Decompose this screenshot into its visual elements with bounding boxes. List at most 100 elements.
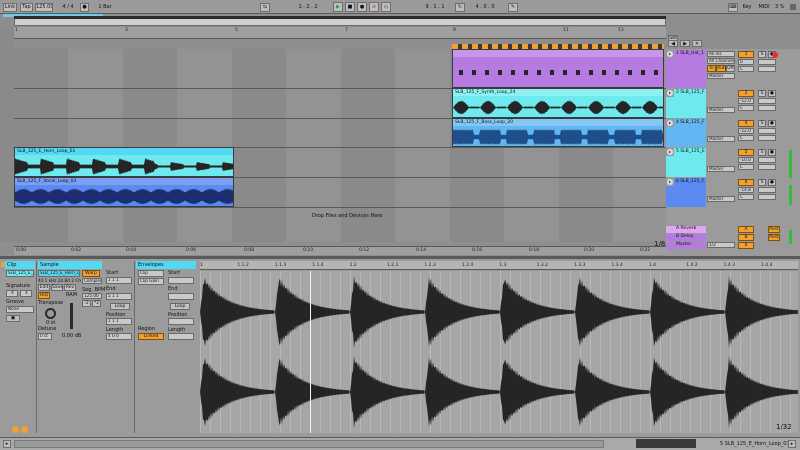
return-title-reverb[interactable]: A Reverb [674,225,706,233]
output-menu[interactable]: Master [707,73,735,79]
send-a-field[interactable] [758,128,776,134]
record-arm-indicator[interactable] [772,52,778,58]
reverse-button[interactable]: Rev [64,284,76,291]
signature-denominator[interactable]: 4 [20,290,32,297]
track-fold-icon[interactable]: ▸ [667,149,673,155]
volume-field[interactable]: -12.0 [738,128,754,134]
track-fold-icon[interactable]: ▸ [667,120,673,126]
clip-section-header[interactable]: Clip [5,261,35,269]
volume-field[interactable]: -14.8 [738,187,754,193]
solo-button[interactable]: S [758,179,766,186]
envelope-start-field[interactable] [168,277,194,284]
ram-label[interactable]: RAM [66,292,77,298]
clip-vocal[interactable]: SLB_125_F_Vocal_Loop_03 [14,177,234,207]
send-a-field[interactable] [758,187,776,193]
tempo-field[interactable]: 125.00 [35,3,53,12]
send-b-field[interactable] [758,164,776,170]
warp-button[interactable]: Warp [82,270,100,277]
start-field[interactable]: 1 1 1 [106,277,132,284]
arm-button[interactable]: ● [768,120,776,127]
edit-button[interactable]: Edit [38,284,50,291]
track-title-bass[interactable]: 4 SLB_125_F [674,119,706,127]
midi-map-button[interactable]: MIDI [756,3,772,12]
time-ruler[interactable] [14,246,666,255]
output-menu[interactable]: Master [707,196,735,202]
output-menu[interactable]: Master [707,136,735,142]
overdub-button[interactable]: ⊕ [369,2,379,12]
return-title-delay[interactable]: B Delay [674,233,706,241]
input-channel-menu[interactable]: All Channels [707,58,735,64]
volume-field[interactable]: -12.0 [738,98,754,104]
signature-numerator[interactable]: 4 [6,290,18,297]
send-b-field[interactable] [758,66,776,72]
save-button[interactable]: Save [51,284,63,291]
play-button[interactable]: ▶ [333,2,343,12]
key-map-button[interactable]: Key [740,3,754,12]
automation-arm-button[interactable]: ◇ [381,2,391,12]
fold-button[interactable]: ✕ [692,40,702,47]
send-a-field[interactable] [758,98,776,104]
sample-section-header[interactable]: Sample [38,261,102,269]
arm-button[interactable]: ● [768,90,776,97]
arrangement-position-field[interactable]: 1 . 2 . 2 [290,3,326,12]
loop-start-field[interactable]: 9 . 1 . 1 [420,3,450,12]
pan-field[interactable]: C [738,66,754,72]
commit-groove-button[interactable]: ▣ [6,315,20,322]
track-activator[interactable]: 6 [738,179,754,186]
clip-envelope-icon[interactable] [21,426,28,433]
region-linked-button[interactable]: Linked [138,333,164,340]
track-title-hat[interactable]: 1 SLB_Hat_1 [674,50,706,58]
send-b-field[interactable] [758,135,776,141]
clip-horn[interactable]: SLB_125_E_Horn_Loop_01 [14,147,234,177]
pan-field[interactable]: C [738,105,754,111]
output-menu[interactable]: Master [707,166,735,172]
master-number[interactable]: 0 [738,242,754,249]
return-a-post-button[interactable]: Post [768,226,780,233]
volume-field[interactable]: 0 [738,59,754,65]
track-title-vocal[interactable]: 6 SLB_125_F [674,178,706,186]
solo-button[interactable]: S [758,51,766,58]
input-type-menu[interactable]: All Ins [707,51,735,57]
envelope-length-field[interactable] [168,333,194,340]
punch-out-button[interactable]: ▶ [680,40,690,47]
track-activator[interactable]: 5 [738,149,754,156]
master-output-menu[interactable]: 1/2 [707,242,735,248]
solo-button[interactable]: S [758,90,766,97]
pan-field[interactable]: C [738,194,754,200]
sample-name-field[interactable]: SLB_125_E_Horn_L [38,270,80,277]
send-a-field[interactable] [758,157,776,163]
end-field[interactable]: 5 1 1 [106,293,132,300]
output-menu[interactable]: Master [707,107,735,113]
send-b-field[interactable] [758,105,776,111]
clip-activator[interactable] [1,262,5,267]
arm-button[interactable]: ● [768,149,776,156]
punch-in-button[interactable]: ◀ [668,40,678,47]
metronome-button[interactable]: ● [80,3,89,12]
length-field[interactable]: 4 0 0 [106,333,132,340]
clip-launch-icon[interactable] [12,426,19,433]
clip-hat[interactable] [452,49,664,88]
stop-button[interactable]: ■ [345,2,355,12]
seg-bpm-field[interactable]: 125.00 [82,293,102,299]
quantize-menu[interactable]: 1 Bar [93,3,117,12]
overview-visible-region[interactable] [14,16,666,19]
master-title[interactable]: Master [674,241,706,249]
groove-menu[interactable]: None [6,306,34,313]
tap-button[interactable]: Tap [20,3,33,12]
loop-switch[interactable]: ↻ [455,3,465,12]
arm-button[interactable]: ● [768,179,776,186]
loop-length-field[interactable]: 4 . 0 . 0 [470,3,500,12]
envelopes-section-header[interactable]: Envelopes [136,261,196,269]
clip-synth[interactable]: SLB_125_F_Synth_Loop_24 [452,88,664,118]
send-b-field[interactable] [758,194,776,200]
loop-button[interactable]: Loop [110,303,130,310]
time-signature-field[interactable]: 4 / 4 [60,3,76,12]
track-title-horn[interactable]: 5 SLB_125_E [674,148,706,156]
detune-field[interactable]: 0 ct [38,333,52,340]
record-button[interactable]: ● [357,2,367,12]
sample-editor[interactable] [200,271,798,433]
pan-field[interactable]: C [738,135,754,141]
monitor-auto-button[interactable]: Auto [716,65,727,72]
monitor-in-button[interactable]: In [707,65,716,72]
warp-mode-menu[interactable]: Complex [82,278,102,284]
